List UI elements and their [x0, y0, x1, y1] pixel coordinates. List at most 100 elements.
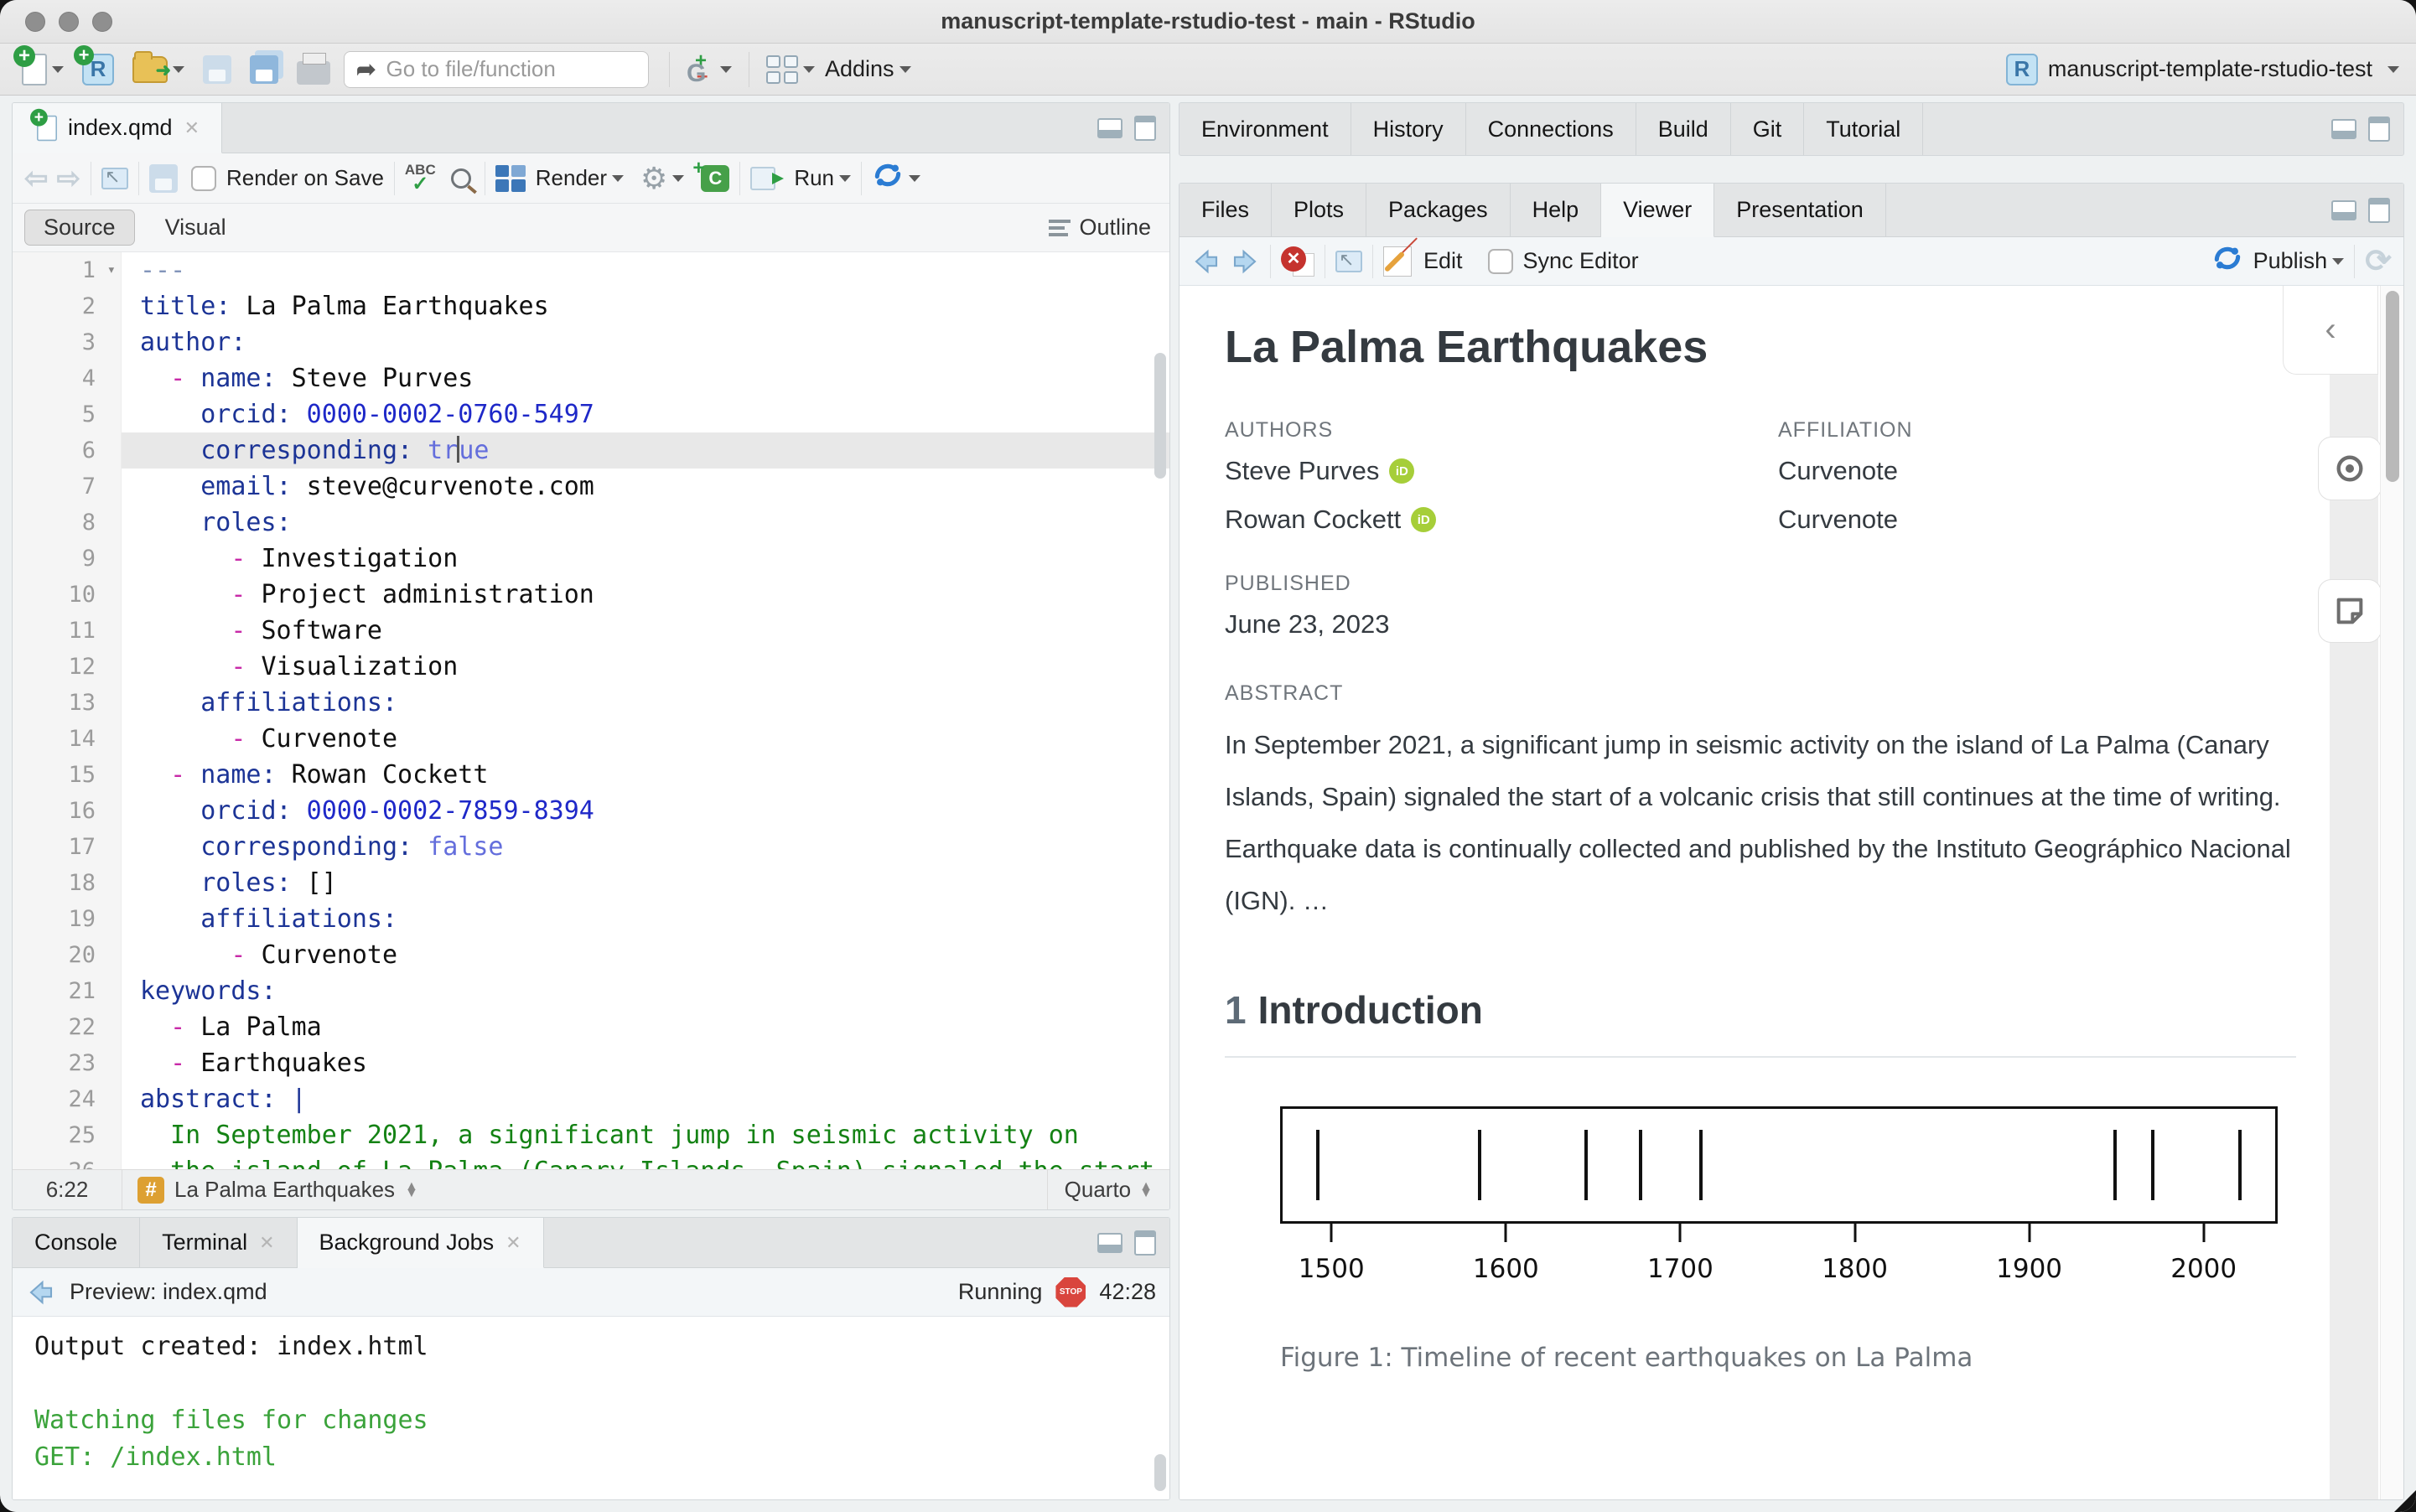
fold-arrow-icon[interactable]: ▾: [107, 252, 116, 288]
code-line[interactable]: 12 - Visualization: [13, 649, 1169, 685]
code-line[interactable]: 26 the island of La Palma (Canary Island…: [13, 1153, 1169, 1169]
tab-background-jobs[interactable]: Background Jobs ✕: [297, 1218, 544, 1268]
back-icon[interactable]: [1191, 246, 1221, 277]
section-selector[interactable]: # La Palma Earthquakes ▲ ▼: [122, 1170, 1047, 1209]
version-control-button[interactable]: + – G: [682, 49, 737, 90]
tab-tutorial[interactable]: Tutorial: [1804, 103, 1924, 155]
tab-index-qmd[interactable]: index.qmd ✕: [13, 103, 223, 153]
edit-button[interactable]: Edit: [1423, 248, 1463, 274]
close-tab-icon[interactable]: ✕: [505, 1232, 521, 1254]
back-icon[interactable]: [26, 1277, 56, 1307]
minimize-pane-icon[interactable]: [1097, 1232, 1122, 1253]
code-line[interactable]: 23 - Earthquakes: [13, 1045, 1169, 1081]
goto-file-function-input[interactable]: ➦ Go to file/function: [344, 50, 649, 88]
code-line[interactable]: 17 corresponding: false: [13, 829, 1169, 865]
code-line[interactable]: 13 affiliations:: [13, 685, 1169, 721]
code-line[interactable]: 3 author:: [13, 324, 1169, 360]
code-line[interactable]: 18 roles: []: [13, 865, 1169, 901]
maximize-pane-icon[interactable]: [2368, 117, 2390, 142]
code-line[interactable]: 1 ▾ ---: [13, 252, 1169, 288]
rerun-icon[interactable]: [872, 159, 904, 197]
code-line[interactable]: 22 - La Palma: [13, 1009, 1169, 1045]
insert-chunk-icon[interactable]: C: [692, 157, 730, 192]
code-line[interactable]: 20 - Curvenote: [13, 937, 1169, 973]
code-line[interactable]: 16 orcid: 0000-0002-7859-8394: [13, 793, 1169, 829]
publish-icon[interactable]: [2211, 242, 2243, 280]
new-project-button[interactable]: R: [74, 44, 119, 89]
chevron-down-icon[interactable]: [2332, 257, 2345, 265]
tab-git[interactable]: Git: [1731, 103, 1805, 155]
code-line[interactable]: 10 - Project administration: [13, 577, 1169, 613]
tab-help[interactable]: Help: [1511, 184, 1602, 236]
code-line[interactable]: 25 In September 2021, a significant jump…: [13, 1117, 1169, 1153]
run-button[interactable]: Run: [794, 165, 834, 191]
outline-button[interactable]: Outline: [1049, 215, 1158, 241]
render-button[interactable]: Render: [536, 165, 607, 191]
project-selector[interactable]: R manuscript-template-rstudio-test: [2005, 53, 2399, 85]
viewer-scrollbar[interactable]: [2380, 286, 2403, 1499]
save-button[interactable]: [198, 52, 236, 87]
edit-pencil-icon[interactable]: [1383, 246, 1412, 277]
toc-collapse-button[interactable]: ‹: [2283, 286, 2378, 375]
tab-history[interactable]: History: [1351, 103, 1466, 155]
forward-icon[interactable]: [1230, 246, 1260, 277]
open-in-browser-icon[interactable]: [1335, 249, 1362, 272]
tab-files[interactable]: Files: [1179, 184, 1273, 236]
maximize-pane-icon[interactable]: [1134, 115, 1156, 141]
chevron-down-icon[interactable]: [612, 174, 625, 182]
minimize-pane-icon[interactable]: [2331, 199, 2356, 220]
code-line[interactable]: 4 - name: Steve Purves: [13, 360, 1169, 396]
open-file-button[interactable]: [127, 50, 189, 86]
minimize-pane-icon[interactable]: [1097, 117, 1122, 138]
chevron-down-icon[interactable]: [909, 174, 921, 182]
format-selector[interactable]: Quarto ▲ ▼: [1046, 1170, 1169, 1209]
code-line[interactable]: 2 title: La Palma Earthquakes: [13, 288, 1169, 324]
open-new-window-icon[interactable]: [101, 166, 128, 189]
workspace-panes-button[interactable]: [761, 52, 820, 87]
chevron-down-icon[interactable]: [839, 174, 852, 182]
orcid-icon[interactable]: iD: [1411, 507, 1437, 532]
code-editor[interactable]: 1 ▾ --- 2 title: La Palma Earthquakes 3 author…: [13, 252, 1169, 1169]
scrollbar-thumb[interactable]: [2386, 291, 2399, 482]
code-line[interactable]: 5 orcid: 0000-0002-0760-5497: [13, 396, 1169, 432]
render-on-save-checkbox[interactable]: [191, 165, 216, 191]
addins-button[interactable]: Addins: [820, 53, 916, 85]
tab-terminal[interactable]: Terminal ✕: [140, 1218, 298, 1267]
save-all-button[interactable]: [245, 52, 283, 87]
spellcheck-icon[interactable]: ABC ✓: [405, 163, 436, 194]
mode-source-button[interactable]: Source: [24, 210, 135, 246]
tab-plots[interactable]: Plots: [1272, 184, 1367, 236]
code-line[interactable]: 9 - Investigation: [13, 541, 1169, 577]
orcid-icon[interactable]: iD: [1389, 458, 1415, 484]
code-line[interactable]: 8 roles:: [13, 505, 1169, 541]
maximize-pane-icon[interactable]: [1134, 1230, 1156, 1256]
mode-visual-button[interactable]: Visual: [147, 210, 245, 245]
code-line[interactable]: 21 keywords:: [13, 973, 1169, 1009]
code-line[interactable]: 11 - Software: [13, 613, 1169, 649]
new-file-button[interactable]: [13, 44, 69, 89]
tab-packages[interactable]: Packages: [1366, 184, 1511, 236]
tab-build[interactable]: Build: [1636, 103, 1731, 155]
render-icon[interactable]: [495, 164, 526, 192]
code-line[interactable]: 14 - Curvenote: [13, 721, 1169, 757]
close-tab-icon[interactable]: ✕: [184, 117, 200, 139]
console-output[interactable]: Output created: index.html Watching files…: [13, 1317, 1169, 1499]
forward-icon[interactable]: ⇨: [57, 162, 81, 195]
tab-connections[interactable]: Connections: [1466, 103, 1636, 155]
publish-button[interactable]: Publish: [2253, 248, 2328, 274]
gear-icon[interactable]: ⚙: [640, 163, 667, 194]
stop-icon[interactable]: STOP: [1055, 1276, 1086, 1307]
tab-console[interactable]: Console: [13, 1218, 141, 1267]
close-tab-icon[interactable]: ✕: [259, 1232, 274, 1254]
sync-editor-checkbox[interactable]: [1487, 248, 1513, 274]
clear-viewer-icon[interactable]: ✕: [1281, 246, 1314, 277]
save-icon[interactable]: [149, 163, 178, 193]
tab-environment[interactable]: Environment: [1179, 103, 1351, 155]
search-icon[interactable]: [450, 168, 471, 189]
code-line[interactable]: 19 affiliations:: [13, 901, 1169, 937]
chevron-down-icon[interactable]: [672, 174, 685, 182]
preview-eye-button[interactable]: [2318, 437, 2382, 500]
run-icon[interactable]: [750, 166, 785, 190]
tab-presentation[interactable]: Presentation: [1714, 184, 1886, 236]
minimize-pane-icon[interactable]: [2331, 119, 2356, 139]
